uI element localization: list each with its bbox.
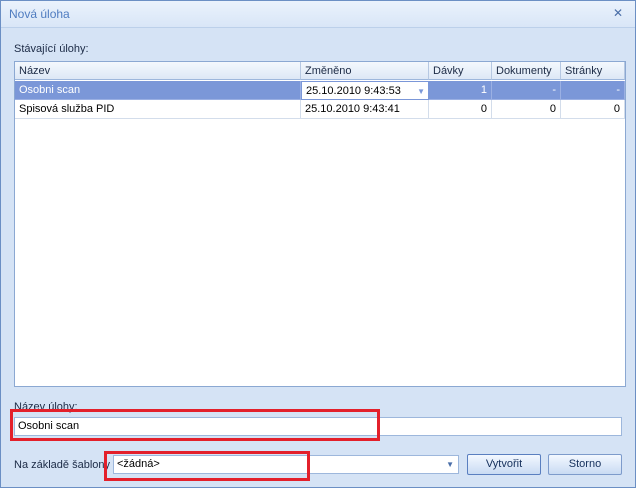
cell-batches: 0 [429,100,492,119]
task-name-input[interactable]: Osobni scan [14,417,622,436]
cell-modified-text: 25.10.2010 9:43:53 [306,85,401,97]
column-header-batches[interactable]: Dávky [429,62,492,80]
cell-modified: 25.10.2010 9:43:41 [301,100,429,119]
cell-batches: 1 [429,81,492,100]
cell-documents: 0 [492,100,561,119]
existing-tasks-label: Stávající úlohy: [14,43,89,55]
column-header-pages[interactable]: Stránky [561,62,625,80]
cell-documents: - [492,81,561,100]
title-bar: Nová úloha ✕ [1,1,635,28]
close-icon[interactable]: ✕ [611,6,625,20]
table-row[interactable]: Spisová služba PID 25.10.2010 9:43:41 0 … [15,100,625,119]
template-label: Na základě šablony [14,459,111,471]
template-select-value: <žádná> [117,458,160,470]
cell-name: Spisová služba PID [15,100,301,119]
cell-name: Osobni scan [15,81,301,100]
cell-pages: 0 [561,100,625,119]
task-name-label: Název úlohy: [14,401,78,413]
chevron-down-icon[interactable]: ▼ [446,456,454,473]
create-button[interactable]: Vytvořit [467,454,541,475]
cell-pages: - [561,81,625,100]
grid-header: Název Změněno Dávky Dokumenty Stránky [15,62,625,81]
chevron-down-icon[interactable]: ▼ [417,82,425,99]
column-header-name[interactable]: Název [15,62,301,80]
column-header-documents[interactable]: Dokumenty [492,62,561,80]
existing-tasks-grid[interactable]: Název Změněno Dávky Dokumenty Stránky Os… [14,61,626,387]
template-select[interactable]: <žádná> ▼ [113,455,459,474]
table-row[interactable]: Osobni scan 25.10.2010 9:43:53 ▼ 1 - - [15,81,625,100]
cancel-button[interactable]: Storno [548,454,622,475]
dialog-title: Nová úloha [9,7,70,21]
cell-modified[interactable]: 25.10.2010 9:43:53 ▼ [301,81,429,100]
column-header-modified[interactable]: Změněno [301,62,429,80]
new-task-dialog: Nová úloha ✕ Stávající úlohy: Název Změn… [0,0,636,488]
